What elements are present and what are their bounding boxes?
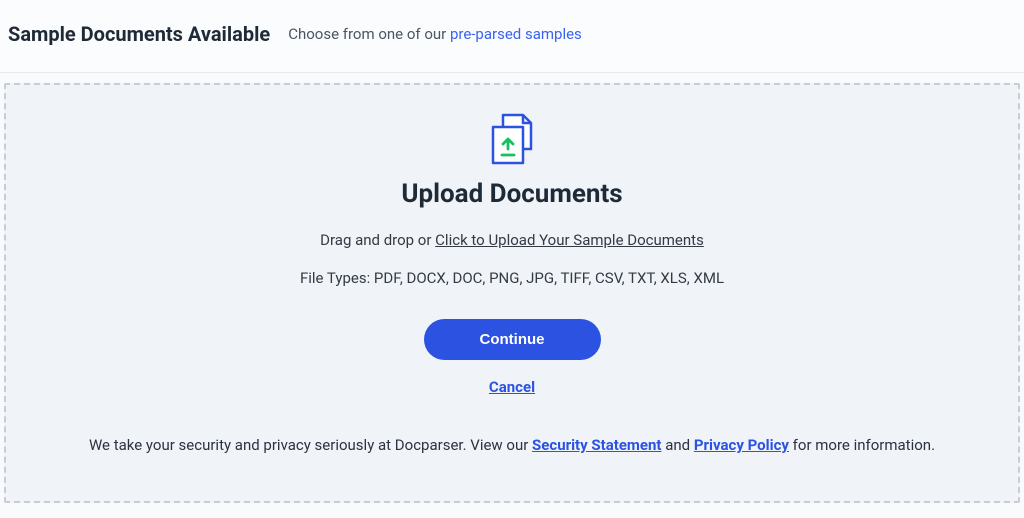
footer-prefix: We take your security and privacy seriou… [89, 436, 532, 454]
privacy-policy-link[interactable]: Privacy Policy [694, 436, 789, 454]
security-footer: We take your security and privacy seriou… [89, 436, 935, 454]
upload-documents-icon [483, 113, 541, 169]
preparsed-samples-link[interactable]: pre-parsed samples [450, 25, 582, 43]
upload-title: Upload Documents [401, 179, 622, 209]
drag-drop-line: Drag and drop or Click to Upload Your Sa… [320, 231, 704, 249]
top-bar: Sample Documents Available Choose from o… [0, 0, 1024, 73]
subtitle-prefix: Choose from one of our [288, 25, 450, 43]
cancel-link[interactable]: Cancel [489, 378, 535, 396]
drag-prefix: Drag and drop or [320, 231, 435, 249]
footer-mid: and [662, 436, 694, 454]
footer-suffix: for more information. [789, 436, 935, 454]
sample-docs-subtitle: Choose from one of our pre-parsed sample… [288, 25, 582, 43]
filetypes-line: File Types: PDF, DOCX, DOC, PNG, JPG, TI… [300, 269, 724, 287]
upload-dropzone[interactable]: Upload Documents Drag and drop or Click … [4, 83, 1020, 503]
security-statement-link[interactable]: Security Statement [532, 436, 661, 454]
sample-docs-title: Sample Documents Available [8, 22, 270, 46]
click-to-upload-link[interactable]: Click to Upload Your Sample Documents [435, 231, 704, 249]
continue-button[interactable]: Continue [424, 319, 601, 360]
